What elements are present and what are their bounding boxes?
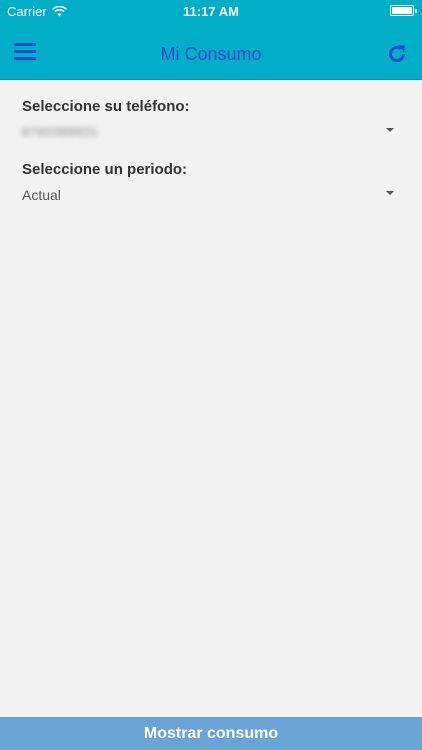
battery-icon: [390, 5, 417, 16]
page-title: Mi Consumo: [160, 44, 262, 64]
refresh-button[interactable]: [384, 42, 410, 68]
nav-bar: Mi Consumo: [0, 22, 422, 80]
refresh-icon: [389, 44, 405, 62]
consumption-form: Seleccione su teléfono: 8760388831 Selec…: [22, 98, 402, 224]
phone-field: Seleccione su teléfono: 8760388831: [22, 98, 402, 143]
period-value: Actual: [22, 187, 61, 203]
show-consumption-button[interactable]: Mostrar consumo: [0, 717, 422, 750]
dropdown-caret-icon: [386, 128, 394, 132]
phone-select[interactable]: 8760388831: [22, 121, 402, 143]
dropdown-caret-icon: [386, 191, 394, 195]
header: Carrier 11:17 AM Mi Consumo: [0, 0, 422, 80]
phone-value: 8760388831: [22, 125, 99, 139]
period-select[interactable]: Actual: [22, 184, 402, 206]
status-time: 11:17 AM: [183, 4, 239, 19]
app-screen: Carrier 11:17 AM Mi Consumo Seleccione s…: [0, 0, 422, 750]
period-field: Seleccione un periodo: Actual: [22, 161, 402, 206]
status-bar: Carrier 11:17 AM: [0, 0, 422, 22]
period-label: Seleccione un periodo:: [22, 161, 188, 178]
phone-label: Seleccione su teléfono:: [22, 98, 190, 115]
